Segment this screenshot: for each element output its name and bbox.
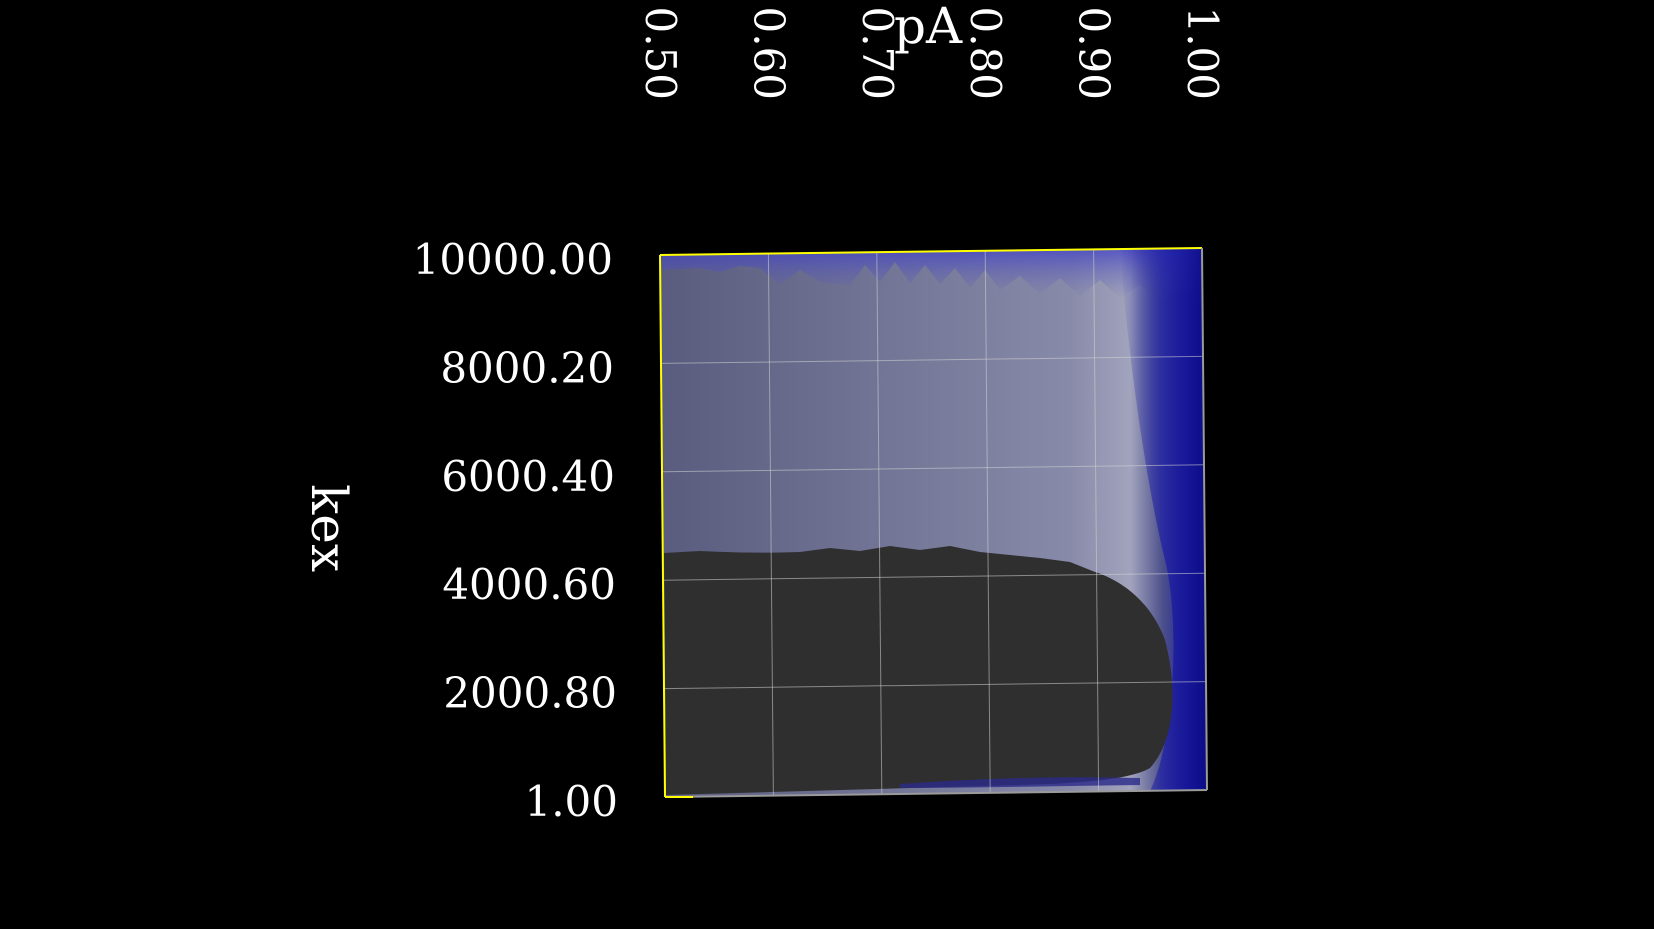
y-tick-label: 10000.00: [413, 235, 613, 284]
y-tick-label: 6000.40: [441, 452, 615, 501]
y-tick-label: 4000.60: [442, 560, 616, 609]
plot-area: [660, 248, 1207, 797]
x-tick-label: 0.80: [961, 6, 1010, 100]
x-tick-label: 0.50: [636, 6, 685, 100]
x-tick-label: 0.60: [744, 6, 793, 100]
y-tick-label: 2000.80: [443, 669, 617, 718]
y-tick-labels: 10000.00 8000.20 6000.40 4000.60 2000.80 1.00: [413, 235, 618, 826]
y-tick-label: 1.00: [524, 777, 618, 826]
chart-svg: 0.50 0.60 0.70 0.80 0.90 1.00 10000.008000.20…: [300, 0, 1227, 826]
y-axis-title: kex: [300, 484, 358, 572]
y-tick-label: 8000.20: [440, 343, 614, 392]
x-axis-title: pA: [894, 0, 963, 55]
x-tick-label: 0.90: [1070, 6, 1119, 100]
x-tick-label: 1.00: [1178, 6, 1227, 100]
